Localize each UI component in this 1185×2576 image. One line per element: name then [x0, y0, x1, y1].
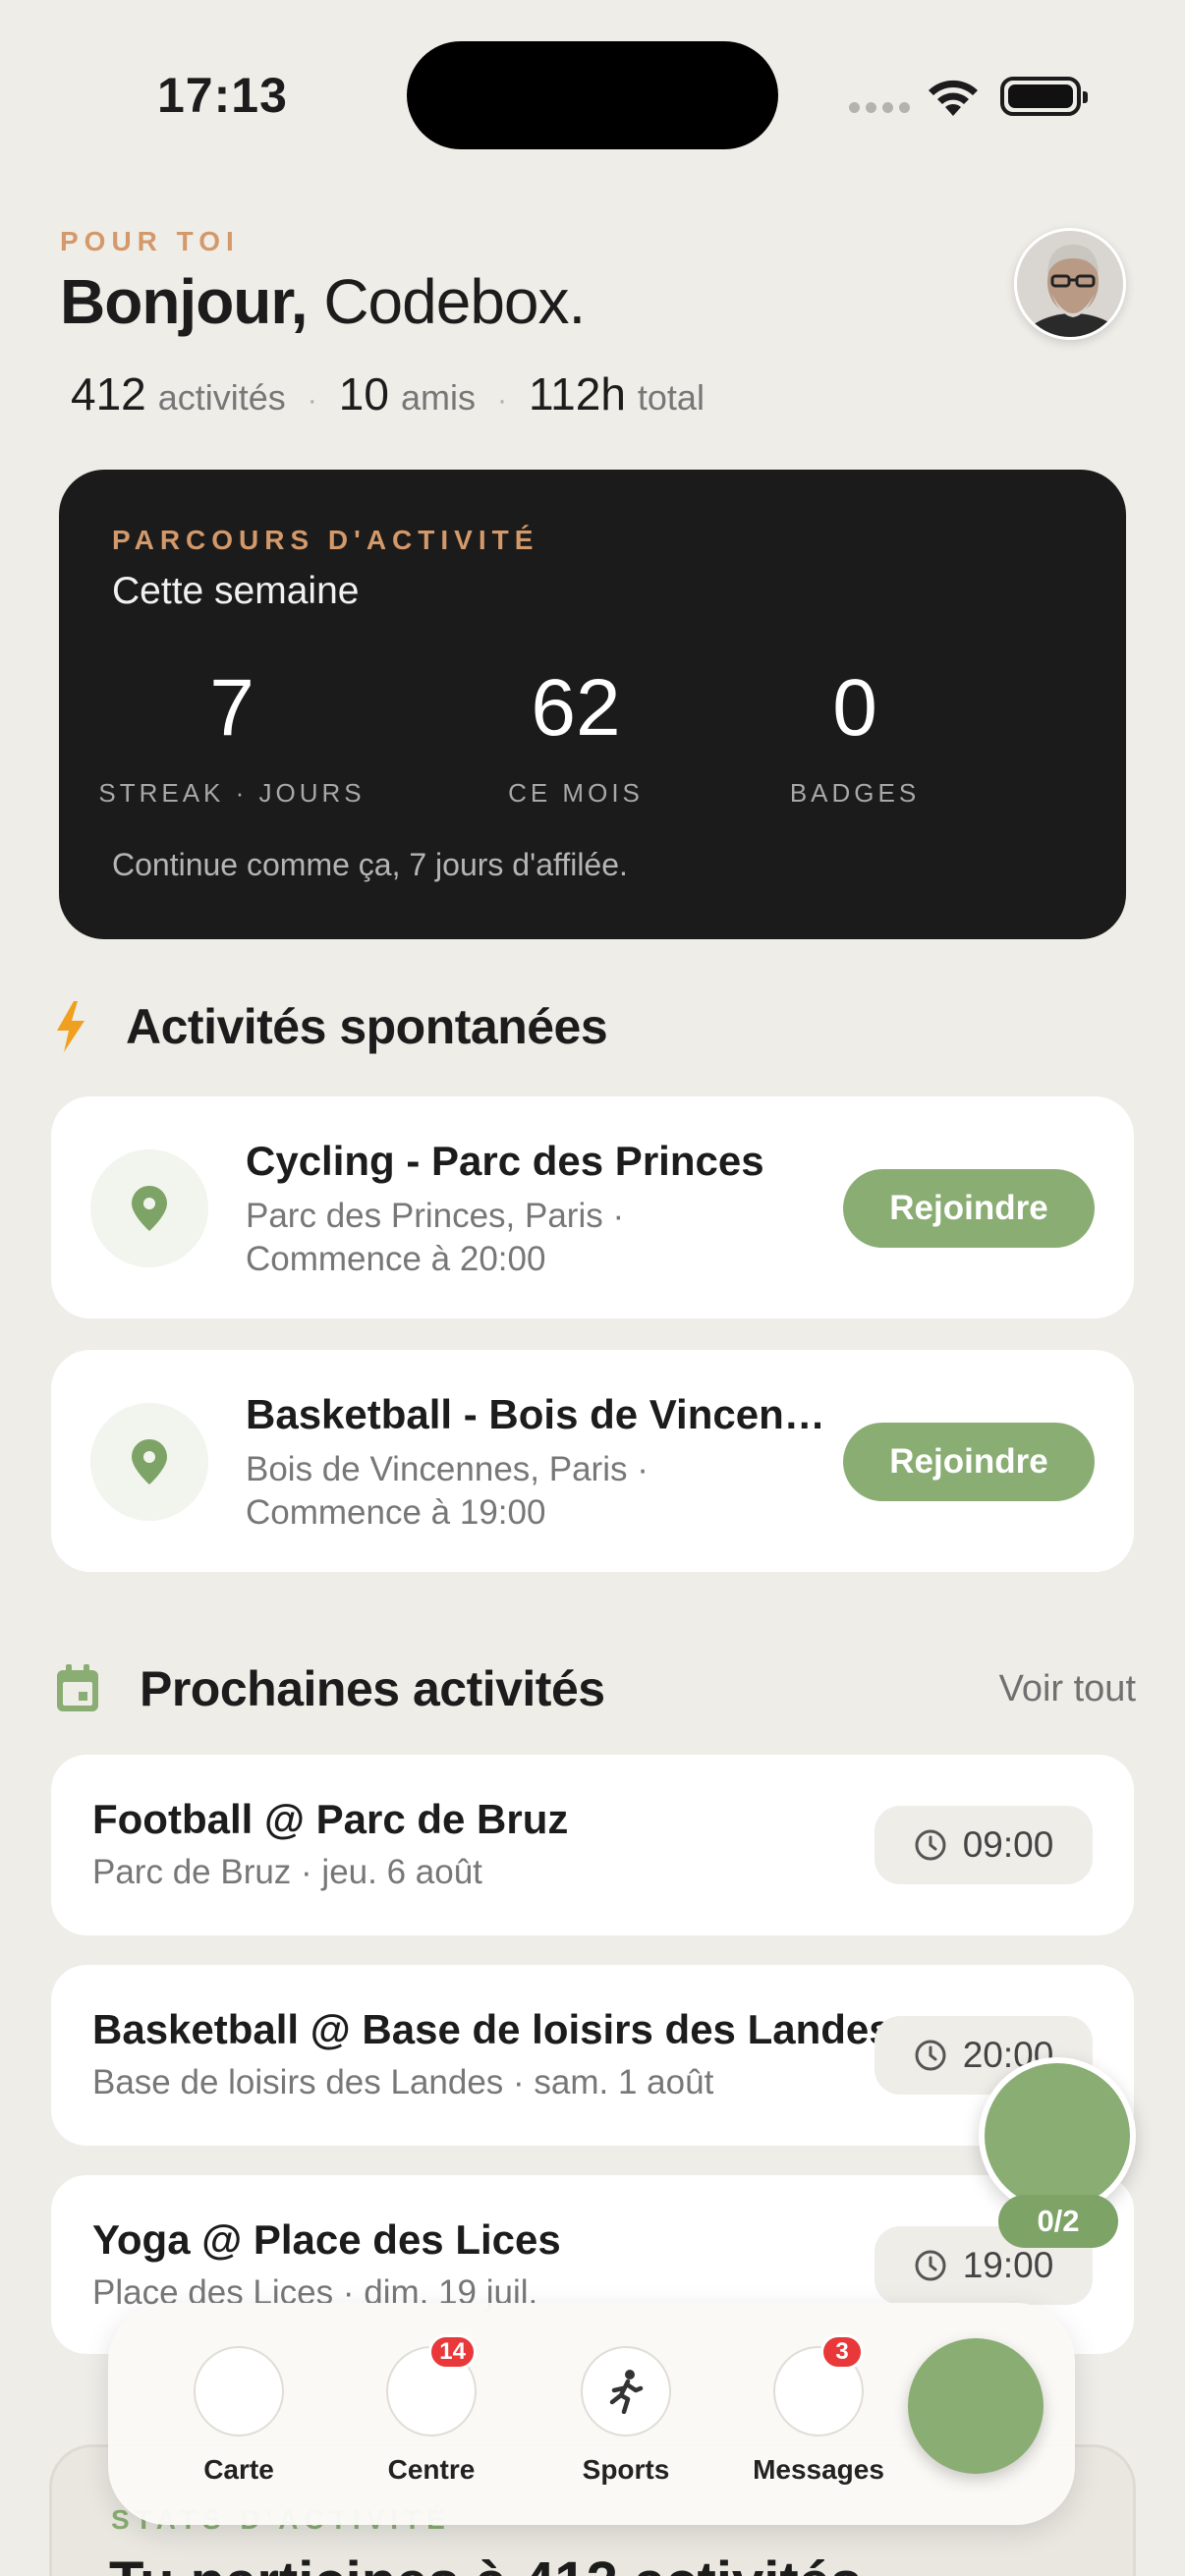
metric-streak-value: 7	[209, 663, 254, 753]
stat-separator: ·	[307, 384, 317, 417]
journey-subtitle: Cette semaine	[112, 570, 360, 612]
stat-friends-label: amis	[400, 377, 476, 418]
upcoming-activity-meta: Parc de Bruz · jeu. 6 août	[92, 1853, 482, 1891]
metric-badges-label: BADGES	[789, 778, 921, 808]
activity-time: 09:00	[962, 1824, 1054, 1865]
greeting-name: Codebox.	[307, 266, 586, 337]
map-icon	[194, 2346, 284, 2436]
stat-activities-label: activités	[157, 377, 286, 418]
create-activity-button[interactable]	[908, 2338, 1044, 2474]
upcoming-activity-card[interactable]: Football @ Parc de Bruz Parc de Bruz · j…	[51, 1755, 1134, 1935]
stat-total-label: total	[637, 377, 705, 418]
metric-streak: 7 STREAK · JOURS	[94, 662, 369, 809]
tab-label: Messages	[753, 2454, 884, 2485]
metric-month: 62 CE MOIS	[438, 662, 713, 809]
stat-total-value: 112h	[528, 368, 626, 420]
spontaneous-title-text: Cycling - Parc des Princes	[246, 1138, 764, 1184]
upcoming-section-header: Prochaines activités	[55, 1660, 605, 1717]
tab-centre[interactable]: 14 Centre	[358, 2334, 505, 2486]
greeting-hello: Bonjour,	[60, 266, 309, 337]
spontaneous-card[interactable]: Basketball - Bois de Vincennes Bois de V…	[51, 1350, 1134, 1572]
stat-friends-value: 10	[338, 368, 389, 420]
clock-icon	[915, 2040, 946, 2071]
cellular-signal-icon	[849, 102, 910, 113]
tab-sports[interactable]: Sports	[552, 2346, 700, 2486]
upcoming-activity-meta: Base de loisirs des Landes · sam. 1 août	[92, 2063, 714, 2101]
spontaneous-title: Activités spontanées	[126, 999, 608, 1054]
calendar-icon	[57, 1664, 98, 1711]
wifi-icon	[929, 80, 978, 116]
stats-title: Tu participes à 412 activités	[109, 2549, 862, 2576]
tab-carte[interactable]: Carte	[165, 2346, 312, 2486]
journey-eyebrow: PARCOURS D'ACTIVITÉ	[112, 525, 539, 555]
spontaneous-meta: Parc des Princes, Paris · Commence à 20:…	[246, 1197, 625, 1278]
tab-label: Carte	[203, 2454, 274, 2485]
user-stats: 412 activités · 10 amis · 112h total	[71, 367, 705, 420]
spontaneous-title-text: Basketball - Bois de Vincennes	[246, 1391, 825, 1437]
stat-activities-value: 412	[71, 368, 146, 420]
tab-label: Centre	[387, 2454, 476, 2485]
dynamic-island	[407, 41, 778, 149]
message-icon: 3	[773, 2334, 864, 2436]
upcoming-activity-title: Football @ Parc de Bruz	[92, 1796, 569, 1842]
metric-badges: 0 BADGES	[717, 662, 992, 809]
activity-journey-card[interactable]: PARCOURS D'ACTIVITÉ Cette semaine 7 STRE…	[59, 470, 1126, 939]
upcoming-title: Prochaines activités	[140, 1661, 605, 1716]
status-time: 17:13	[157, 68, 288, 123]
challenge-progress-button[interactable]	[979, 2057, 1136, 2214]
location-pin-icon	[90, 1403, 208, 1521]
journey-note: Continue comme ça, 7 jours d'affilée.	[112, 847, 628, 882]
tab-bar: Carte 14 Centre Sports 3 Messages	[108, 2303, 1075, 2525]
section-eyebrow: POUR TOI	[60, 226, 240, 256]
activity-time: 19:00	[962, 2245, 1054, 2285]
running-icon	[581, 2346, 671, 2436]
lightning-icon	[57, 1001, 85, 1052]
time-pill: 09:00	[875, 1806, 1093, 1884]
notification-badge: 3	[820, 2334, 864, 2370]
home-icon: 14	[386, 2334, 477, 2436]
location-pin-icon	[90, 1149, 208, 1267]
spontaneous-section-header: Activités spontanées	[55, 998, 608, 1055]
notification-badge: 14	[428, 2334, 477, 2370]
user-avatar[interactable]	[1014, 228, 1126, 340]
clock-icon	[915, 1829, 946, 1861]
upcoming-activity-title: Yoga @ Place des Lices	[92, 2216, 561, 2263]
join-button[interactable]: Rejoindre	[843, 1169, 1095, 1248]
upcoming-activity-title: Basketball @ Base de loisirs des Landes	[92, 2006, 892, 2052]
greeting-title: Bonjour, Codebox.	[60, 265, 586, 338]
metric-month-value: 62	[531, 663, 621, 753]
stat-separator: ·	[496, 384, 507, 417]
metric-month-label: CE MOIS	[508, 778, 644, 808]
metric-streak-label: STREAK · JOURS	[98, 778, 366, 808]
see-all-link[interactable]: Voir tout	[999, 1668, 1136, 1710]
spontaneous-card[interactable]: Cycling - Parc des Princes Parc des Prin…	[51, 1096, 1134, 1318]
spontaneous-meta: Bois de Vincennes, Paris · Commence à 19…	[246, 1450, 649, 1532]
join-button[interactable]: Rejoindre	[843, 1423, 1095, 1501]
metric-badges-value: 0	[832, 663, 877, 753]
tab-label: Sports	[582, 2454, 670, 2485]
tab-messages[interactable]: 3 Messages	[745, 2334, 892, 2486]
challenge-progress-label: 0/2	[998, 2195, 1118, 2248]
clock-icon	[915, 2250, 946, 2281]
avatar-portrait	[1017, 231, 1123, 337]
upcoming-activity-card[interactable]: Basketball @ Base de loisirs des Landes …	[51, 1965, 1134, 2146]
battery-icon	[1000, 77, 1088, 116]
